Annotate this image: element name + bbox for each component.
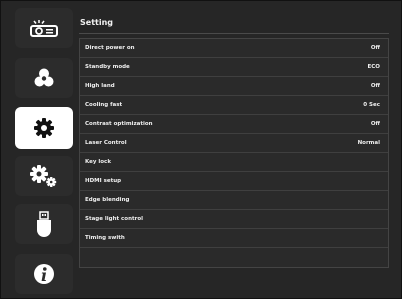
gear-icon bbox=[34, 118, 54, 138]
setting-label: Contrast optimization bbox=[85, 121, 153, 127]
usb-icon bbox=[37, 211, 51, 237]
settings-list: Direct power on Off Standby mode ECO Hig… bbox=[79, 38, 389, 268]
app-frame: Setting Direct power on Off Standby mode… bbox=[0, 0, 402, 299]
setting-value: Off bbox=[370, 45, 380, 51]
setting-label: High land bbox=[85, 83, 115, 89]
settings-panel: Setting Direct power on Off Standby mode… bbox=[79, 11, 393, 291]
sidebar-item-settings[interactable] bbox=[15, 107, 73, 149]
advanced-gears-icon bbox=[30, 165, 57, 187]
sidebar-item-color[interactable] bbox=[15, 58, 73, 98]
setting-value: Normal bbox=[357, 140, 380, 146]
color-wheel-icon bbox=[34, 68, 54, 87]
setting-row-timing-swith[interactable]: Timing swith bbox=[80, 229, 388, 248]
setting-label: HDMI setup bbox=[85, 178, 122, 184]
setting-label: Standby mode bbox=[85, 64, 130, 70]
setting-label: Laser Control bbox=[85, 140, 127, 146]
sidebar-item-usb[interactable] bbox=[15, 204, 73, 244]
sidebar bbox=[11, 6, 73, 296]
setting-value: Off bbox=[370, 121, 380, 127]
projector-icon bbox=[30, 20, 58, 37]
setting-row-laser-control[interactable]: Laser Control Normal bbox=[80, 134, 388, 153]
setting-value: 0 Sec bbox=[363, 102, 380, 108]
setting-row-hdmi-setup[interactable]: HDMI setup bbox=[80, 172, 388, 191]
setting-value: ECO bbox=[367, 64, 380, 70]
setting-label: Key lock bbox=[85, 159, 111, 165]
title-divider bbox=[79, 33, 389, 34]
setting-row-key-lock[interactable]: Key lock bbox=[80, 153, 388, 172]
sidebar-item-projector[interactable] bbox=[15, 8, 73, 48]
setting-row-high-land[interactable]: High land Off bbox=[80, 77, 388, 96]
sidebar-item-info[interactable] bbox=[15, 254, 73, 294]
setting-label: Stage light control bbox=[85, 216, 144, 222]
setting-label: Edge blending bbox=[85, 197, 130, 203]
setting-row-stage-light-control[interactable]: Stage light control bbox=[80, 210, 388, 229]
page-title: Setting bbox=[80, 18, 113, 27]
setting-row-edge-blending[interactable]: Edge blending bbox=[80, 191, 388, 210]
setting-label: Direct power on bbox=[85, 45, 135, 51]
setting-label: Timing swith bbox=[85, 235, 125, 241]
setting-row-direct-power-on[interactable]: Direct power on Off bbox=[80, 39, 388, 58]
info-icon bbox=[34, 264, 54, 284]
setting-value: Off bbox=[370, 83, 380, 89]
setting-row-standby-mode[interactable]: Standby mode ECO bbox=[80, 58, 388, 77]
setting-row-contrast-optimization[interactable]: Contrast optimization Off bbox=[80, 115, 388, 134]
setting-label: Cooling fast bbox=[85, 102, 123, 108]
sidebar-item-advanced[interactable] bbox=[15, 156, 73, 196]
setting-row-cooling-fast[interactable]: Cooling fast 0 Sec bbox=[80, 96, 388, 115]
